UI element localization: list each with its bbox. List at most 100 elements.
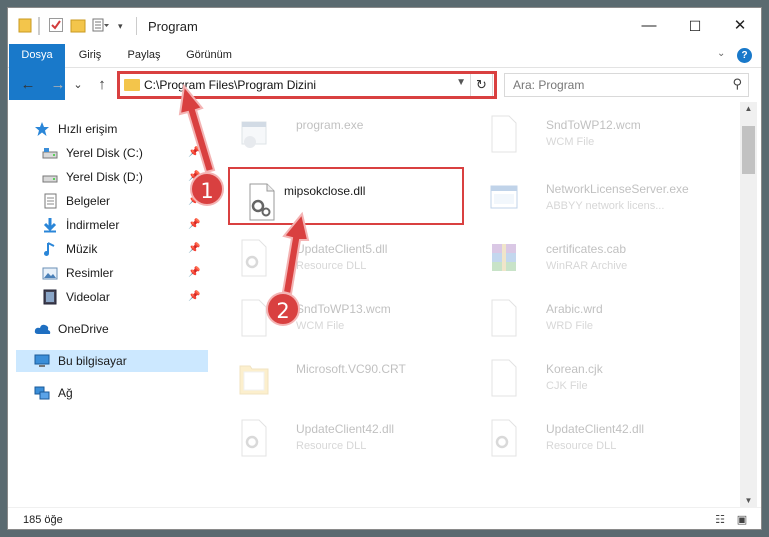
recent-locations-button[interactable]: ⌄: [72, 75, 84, 95]
file-name: NetworkLicenseServer.exe: [546, 182, 689, 196]
details-view-icon[interactable]: ☷: [713, 514, 727, 526]
pin-icon[interactable]: 📌: [188, 238, 200, 260]
file-item[interactable]: NetworkLicenseServer.exe ABBYY network l…: [480, 172, 720, 228]
scrollbar-thumb[interactable]: [742, 126, 755, 174]
dll-file-icon: [246, 182, 278, 222]
search-icon[interactable]: ⚲: [732, 76, 742, 92]
pin-icon[interactable]: 📌: [188, 262, 200, 284]
address-bar[interactable]: C:\Program Files\Program Dizini ▼ ↻: [119, 73, 493, 97]
nav-item-this-pc[interactable]: Bu bilgisayar: [16, 350, 208, 372]
pin-icon[interactable]: 📌: [188, 286, 200, 308]
file-item[interactable]: UpdateClient42.dll Resource DLL: [230, 412, 470, 468]
ribbon-collapse-icon[interactable]: ⌄: [717, 48, 725, 59]
videos-icon: [42, 289, 58, 305]
nav-item-label: Yerel Disk (D:): [66, 170, 143, 184]
large-icons-view-icon[interactable]: ▣: [735, 514, 749, 526]
cloud-icon: [34, 321, 51, 337]
file-name: SndToWP12.wcm: [546, 118, 641, 132]
file-item[interactable]: Microsoft.VC90.CRT: [230, 352, 470, 408]
file-name: UpdateClient42.dll: [546, 422, 645, 436]
nav-item-label: Hızlı erişim: [58, 122, 118, 136]
file-item[interactable]: certificates.cab WinRAR Archive: [480, 232, 720, 288]
maximize-button[interactable]: ☐: [672, 8, 718, 44]
customize-toolbar-icon[interactable]: [92, 17, 110, 35]
navigation-pane: Hızlı erişim Yerel Disk (C:) 📌 Yerel Dis…: [8, 102, 208, 507]
separator: [38, 17, 40, 35]
title-bar: ▾ Program — ☐ ✕: [8, 8, 761, 44]
help-icon[interactable]: ?: [737, 48, 752, 63]
file-item[interactable]: SndToWP13.wcm WCM File: [230, 292, 470, 348]
file-item[interactable]: SndToWP12.wcm WCM File: [480, 108, 720, 164]
download-icon: [42, 217, 58, 233]
file-type: WCM File: [296, 320, 345, 332]
file-item[interactable]: Arabic.wrd WRD File: [480, 292, 720, 348]
nav-item-onedrive[interactable]: OneDrive: [34, 318, 204, 340]
back-button[interactable]: ←: [18, 75, 38, 95]
properties-icon[interactable]: [48, 17, 64, 35]
separator: [136, 17, 137, 35]
file-name: Microsoft.VC90.CRT: [296, 362, 406, 376]
folder-icon: [238, 358, 270, 398]
nav-item-music[interactable]: Müzik 📌: [42, 238, 204, 260]
file-item[interactable]: UpdateClient5.dll Resource DLL: [230, 232, 470, 288]
close-button[interactable]: ✕: [717, 8, 761, 44]
address-dropdown-icon[interactable]: ▼: [456, 77, 466, 88]
music-icon: [42, 241, 58, 257]
search-input[interactable]: Ara: Program: [513, 78, 584, 92]
file-name: mipsokclose.dll: [284, 184, 366, 198]
step-1-badge: 1: [190, 172, 224, 206]
file-item[interactable]: program.exe: [230, 108, 470, 164]
nav-item-local-disk-c[interactable]: Yerel Disk (C:) 📌: [42, 142, 204, 164]
drive-icon: [42, 145, 58, 161]
nav-item-label: Yerel Disk (C:): [66, 146, 143, 160]
step-2-badge: 2: [266, 292, 300, 326]
file-item[interactable]: UpdateClient42.dll Resource DLL: [480, 412, 720, 468]
nav-item-pictures[interactable]: Resimler 📌: [42, 262, 204, 284]
nav-item-network[interactable]: Ağ: [34, 382, 204, 404]
nav-item-quick-access[interactable]: Hızlı erişim: [34, 118, 204, 140]
scroll-up-icon[interactable]: ▲: [740, 104, 757, 113]
item-count: 185 öğe: [23, 514, 63, 526]
vertical-scrollbar[interactable]: ▲ ▼: [740, 102, 757, 507]
nav-item-documents[interactable]: Belgeler 📌: [42, 190, 204, 212]
network-icon: [34, 385, 50, 401]
pin-icon[interactable]: 📌: [188, 214, 200, 236]
nav-item-downloads[interactable]: İndirmeler 📌: [42, 214, 204, 236]
minimize-button[interactable]: —: [626, 8, 672, 44]
new-folder-icon[interactable]: [70, 17, 86, 35]
dll-file-icon: [238, 418, 270, 458]
nav-item-local-disk-d[interactable]: Yerel Disk (D:) 📌: [42, 166, 204, 188]
pictures-icon: [42, 265, 58, 281]
file-name: program.exe: [296, 118, 364, 132]
nav-item-label: OneDrive: [58, 322, 109, 336]
window-title: Program: [148, 19, 198, 34]
file-item[interactable]: Korean.cjk CJK File: [480, 352, 720, 408]
drive-icon: [42, 169, 58, 185]
tab-home[interactable]: Giriş: [70, 44, 110, 67]
pin-icon[interactable]: 📌: [188, 142, 200, 164]
wcm-file-icon: [238, 298, 270, 338]
forward-button[interactable]: →: [48, 75, 68, 95]
explorer-window: ▾ Program — ☐ ✕ Dosya Giriş Paylaş Görün…: [7, 7, 762, 530]
address-path[interactable]: C:\Program Files\Program Dizini: [144, 78, 316, 92]
quick-access-dropdown-icon[interactable]: ▾: [118, 17, 128, 35]
status-bar: 185 öğe ☷ ▣: [8, 507, 761, 529]
file-type: WinRAR Archive: [546, 260, 628, 272]
nav-item-videos[interactable]: Videolar 📌: [42, 286, 204, 308]
file-item-mipsokclose[interactable]: mipsokclose.dll: [238, 176, 470, 232]
file-type: ABBYY network licens...: [546, 200, 665, 212]
up-button[interactable]: ↑: [92, 75, 112, 95]
dll-file-icon: [238, 238, 270, 278]
navigation-bar: ← → ⌄ ↑ C:\Program Files\Program Dizini …: [8, 68, 761, 102]
nav-item-label: Belgeler: [66, 194, 111, 208]
nav-item-label: Resimler: [66, 266, 114, 280]
folder-icon: [124, 79, 140, 91]
search-box[interactable]: Ara: Program ⚲: [504, 73, 749, 97]
file-name: SndToWP13.wcm: [296, 302, 391, 316]
tab-share[interactable]: Paylaş: [120, 44, 168, 67]
tab-view[interactable]: Görünüm: [178, 44, 240, 67]
scroll-down-icon[interactable]: ▼: [740, 496, 757, 505]
wcm-file-icon: [488, 114, 520, 154]
wrd-file-icon: [488, 298, 520, 338]
refresh-button[interactable]: ↻: [470, 74, 492, 96]
